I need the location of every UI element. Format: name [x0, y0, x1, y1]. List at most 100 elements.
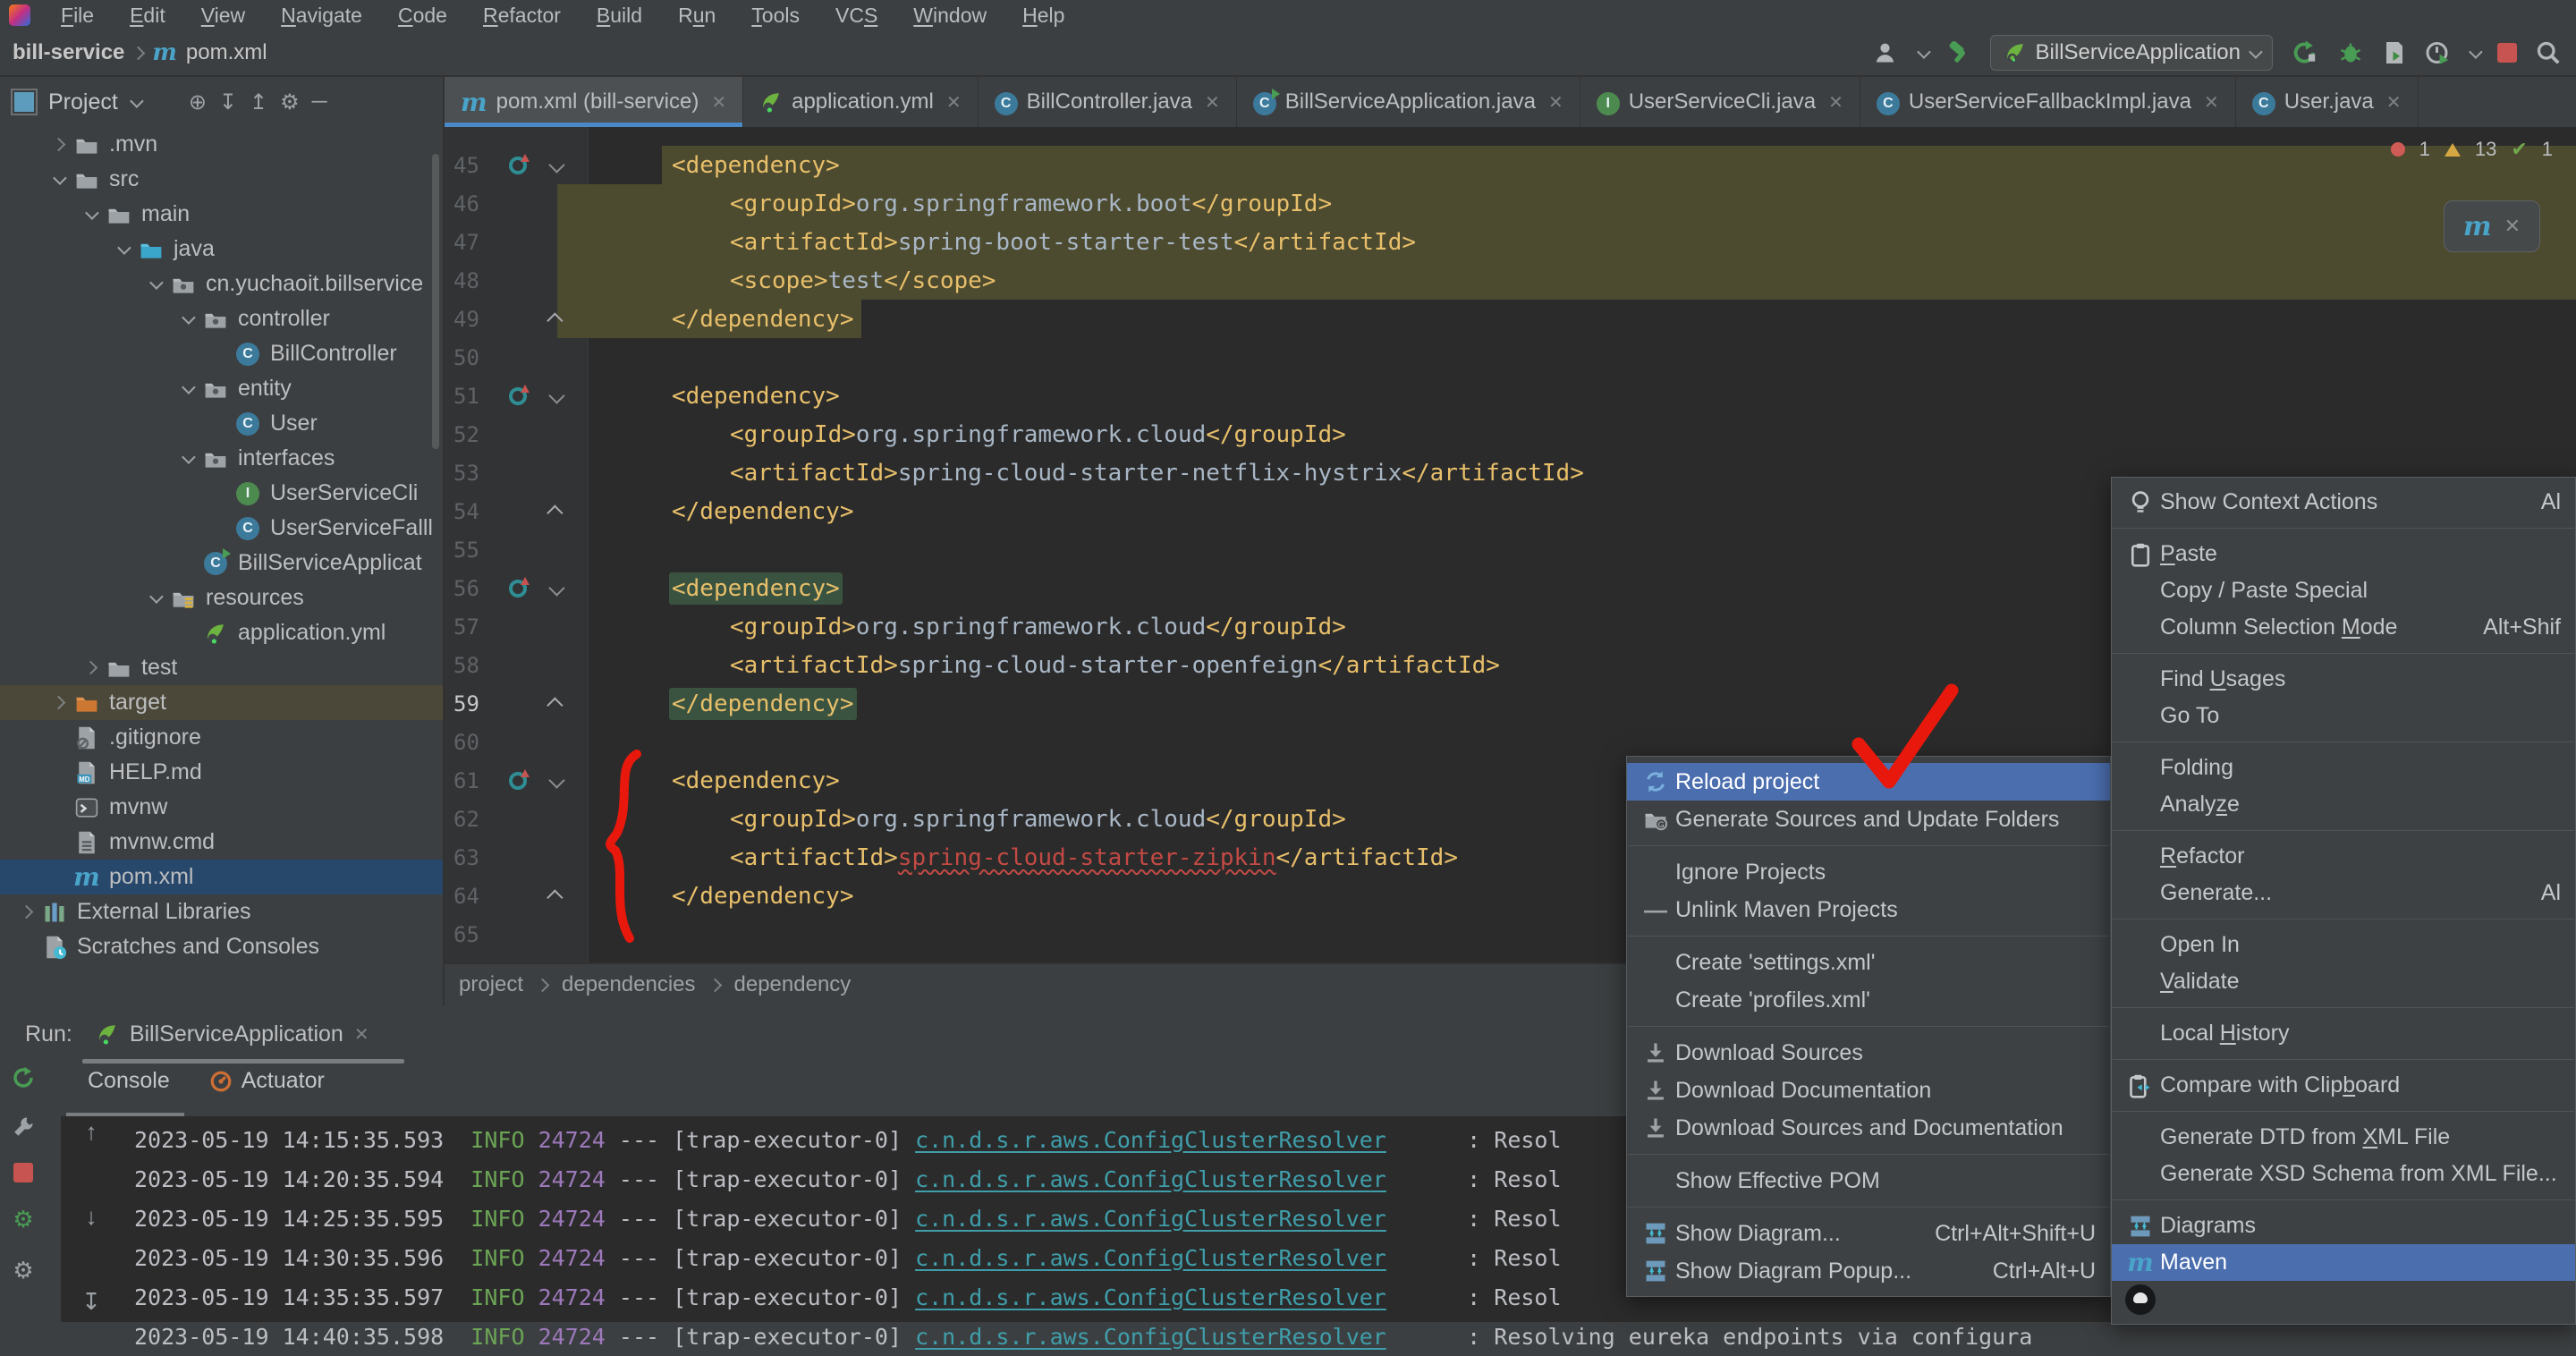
tree-item-scratches-and-consoles[interactable]: Scratches and Consoles: [0, 929, 443, 964]
tree-item-java[interactable]: java: [0, 232, 443, 267]
log-logger-link[interactable]: c.n.d.s.r.aws.ConfigClusterResolver: [915, 1245, 1386, 1271]
chevron-down-icon[interactable]: [141, 279, 168, 289]
tab-console[interactable]: Console: [88, 1068, 170, 1094]
menu-item-compare-with-clipboard[interactable]: Compare with Clipboard: [2112, 1067, 2575, 1104]
chevron-down-icon[interactable]: [109, 244, 136, 254]
tree-item-src[interactable]: src: [0, 162, 443, 197]
maven-reload-floating-widget[interactable]: m ✕: [2444, 200, 2540, 252]
build-hammer-icon[interactable]: [1945, 39, 1972, 66]
menu-help[interactable]: Help: [1004, 0, 1082, 30]
fold-close-icon[interactable]: [536, 313, 577, 325]
gear-icon[interactable]: ⚙: [13, 1257, 33, 1284]
code-line-49[interactable]: 49</dependency>: [445, 300, 2576, 338]
dependency-gutter-icon[interactable]: [500, 580, 536, 597]
log-logger-link[interactable]: c.n.d.s.r.aws.ConfigClusterResolver: [915, 1206, 1386, 1232]
tree-item-main[interactable]: main: [0, 197, 443, 232]
menu-item-validate[interactable]: Validate: [2112, 963, 2575, 1000]
chevron-down-icon[interactable]: [174, 453, 200, 463]
tree-item-mvnw[interactable]: mvnw: [0, 790, 443, 825]
stop-icon[interactable]: [13, 1163, 33, 1182]
log-logger-link[interactable]: c.n.d.s.r.aws.ConfigClusterResolver: [915, 1127, 1386, 1153]
menu-item-download-sources[interactable]: Download Sources: [1627, 1034, 2110, 1072]
user-dropdown-icon[interactable]: [1917, 45, 1931, 59]
locate-file-icon[interactable]: ⊕: [189, 89, 207, 115]
profiler-button[interactable]: [2425, 39, 2452, 66]
menu-item-unlink-maven-projects[interactable]: —Unlink Maven Projects: [1627, 891, 2110, 928]
menu-window[interactable]: Window: [895, 0, 1004, 30]
tree-item-mvnw.cmd[interactable]: mvnw.cmd: [0, 825, 443, 860]
menu-item-generate-sources-and-update-folders[interactable]: GGenerate Sources and Update Folders: [1627, 801, 2110, 838]
menu-tools[interactable]: Tools: [733, 0, 818, 30]
close-icon[interactable]: ✕: [946, 91, 962, 114]
log-logger-link[interactable]: c.n.d.s.r.aws.ConfigClusterResolver: [915, 1324, 1386, 1350]
dependency-gutter-icon[interactable]: [500, 157, 536, 174]
breadcrumb-dependencies-tag[interactable]: dependencies: [562, 972, 695, 997]
inspection-widget[interactable]: 1 13 ✔ 1: [2391, 138, 2553, 161]
breadcrumb-dependency-tag[interactable]: dependency: [734, 972, 852, 997]
chevron-down-icon[interactable]: [174, 384, 200, 394]
rerun-icon[interactable]: [10, 1064, 37, 1091]
search-icon[interactable]: [2535, 39, 2562, 66]
menu-item-paste[interactable]: Paste: [2112, 536, 2575, 572]
down-stacktrace-icon[interactable]: ↓: [86, 1203, 97, 1231]
menu-item-download-sources-and-documentation[interactable]: Download Sources and Documentation: [1627, 1109, 2110, 1147]
tab-application.yml[interactable]: application.yml✕: [743, 77, 979, 127]
menu-item-go-to[interactable]: Go To: [2112, 698, 2575, 734]
settings-gear-icon[interactable]: ⚙: [13, 1206, 33, 1233]
close-icon[interactable]: ✕: [2504, 215, 2521, 238]
project-tree-scrollbar[interactable]: [432, 154, 439, 449]
tree-item-controller[interactable]: controller: [0, 301, 443, 336]
collapse-all-icon[interactable]: ↥: [250, 89, 267, 115]
project-view-dropdown-icon[interactable]: [130, 94, 144, 108]
menu-item-download-documentation[interactable]: Download Documentation: [1627, 1072, 2110, 1109]
chevron-right-icon[interactable]: [13, 907, 39, 917]
close-icon[interactable]: ✕: [1828, 91, 1843, 114]
breadcrumb-project[interactable]: bill-service: [13, 40, 124, 65]
chevron-down-icon[interactable]: [77, 209, 104, 219]
hide-panel-icon[interactable]: ─: [312, 89, 327, 114]
breadcrumb-project-tag[interactable]: project: [459, 972, 523, 997]
code-line-52[interactable]: 52<groupId>org.springframework.cloud</gr…: [445, 415, 2576, 453]
menu-item-show-diagram...[interactable]: Show Diagram...Ctrl+Alt+Shift+U: [1627, 1215, 2110, 1252]
menu-run[interactable]: Run: [660, 0, 733, 30]
menu-item-folding[interactable]: Folding: [2112, 750, 2575, 786]
tab-userservicefallbackimpl.java[interactable]: CUserServiceFallbackImpl.java✕: [1860, 77, 2236, 127]
tree-item-target[interactable]: target: [0, 685, 443, 720]
menu-code[interactable]: Code: [380, 0, 465, 30]
menu-item-ignore-projects[interactable]: Ignore Projects: [1627, 853, 2110, 891]
tree-item-interfaces[interactable]: interfaces: [0, 441, 443, 476]
user-account-icon[interactable]: [1873, 39, 1900, 66]
close-icon[interactable]: ✕: [1205, 91, 1220, 114]
menu-item-create-profiles.xml-[interactable]: Create 'profiles.xml': [1627, 981, 2110, 1019]
menu-item-generate-xsd-schema-from-xml-file...[interactable]: Generate XSD Schema from XML File...: [2112, 1156, 2575, 1192]
menu-item-refactor[interactable]: Refactor: [2112, 838, 2575, 875]
code-line-46[interactable]: 46<groupId>org.springframework.boot</gro…: [445, 184, 2576, 223]
breadcrumb-file[interactable]: pom.xml: [186, 40, 267, 65]
run-configuration-select[interactable]: BillServiceApplication: [1990, 35, 2273, 71]
log-logger-link[interactable]: c.n.d.s.r.aws.ConfigClusterResolver: [915, 1284, 1386, 1310]
chevron-down-icon[interactable]: [45, 174, 72, 184]
menu-view[interactable]: View: [183, 0, 263, 30]
tab-billcontroller.java[interactable]: CBillController.java✕: [979, 77, 1237, 127]
tab-billserviceapplication.java[interactable]: CBillServiceApplication.java✕: [1237, 77, 1580, 127]
coverage-button[interactable]: [2382, 39, 2407, 66]
tree-item-help.md[interactable]: MDHELP.md: [0, 755, 443, 790]
dependency-gutter-icon[interactable]: [500, 772, 536, 790]
menu-file[interactable]: File: [43, 0, 112, 30]
chevron-right-icon[interactable]: [45, 698, 72, 708]
menu-item-show-effective-pom[interactable]: Show Effective POM: [1627, 1162, 2110, 1199]
close-icon[interactable]: ✕: [2386, 91, 2402, 114]
stop-button[interactable]: [2497, 43, 2517, 63]
tree-item-entity[interactable]: entity: [0, 371, 443, 406]
run-button[interactable]: [2291, 38, 2319, 67]
menu-item-partial[interactable]: [2112, 1281, 2575, 1318]
tree-item-user[interactable]: CUser: [0, 406, 443, 441]
fold-open-icon[interactable]: [536, 582, 577, 594]
tree-item-resources[interactable]: resources: [0, 581, 443, 615]
fold-close-icon[interactable]: [536, 698, 577, 709]
scroll-to-end-icon[interactable]: ↧: [81, 1288, 101, 1316]
menu-item-show-diagram-popup...[interactable]: Show Diagram Popup...Ctrl+Alt+U: [1627, 1252, 2110, 1290]
menu-item-generate...[interactable]: Generate...Al: [2112, 875, 2575, 911]
code-line-51[interactable]: 51<dependency>: [445, 377, 2576, 415]
run-tab[interactable]: BillServiceApplication ✕: [96, 1021, 369, 1047]
